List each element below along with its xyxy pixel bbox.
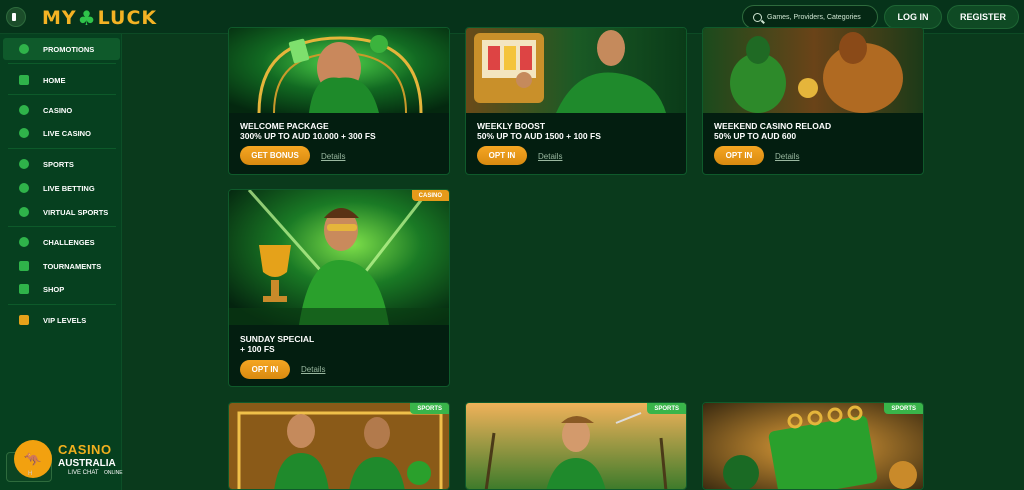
search-placeholder: Games, Providers, Categories [767, 13, 861, 21]
casino-australia-badge[interactable]: 🦘 CASINO AUSTRALIA LIVE CHAT ONLINE H [6, 438, 124, 484]
sidebar-item-vip-levels[interactable]: VIP LEVELS [3, 309, 120, 331]
sidebar-item-label: PROMOTIONS [43, 44, 95, 54]
sidebar-item-label: CHALLENGES [43, 237, 95, 247]
promo-image-sports-3 [703, 403, 923, 489]
details-link[interactable]: Details [775, 152, 799, 161]
promo-image-welcome [229, 28, 449, 113]
sidebar-item-label: HOME [43, 75, 66, 85]
details-link[interactable]: Details [301, 365, 325, 374]
promo-title: SUNDAY SPECIAL + 100 FS [240, 334, 315, 354]
logo[interactable]: MY ♣ LUCK [42, 6, 157, 30]
ball-icon [19, 159, 29, 169]
vip-icon [19, 315, 29, 325]
sidebar: PROMOTIONS HOME CASINO LIVE CASINO SPORT… [0, 34, 122, 490]
sidebar-divider [8, 226, 116, 227]
category-tag: SPORTS [647, 403, 686, 414]
sidebar-item-virtual-sports[interactable]: VIRTUAL SPORTS [3, 201, 120, 223]
opt-in-button[interactable]: OPT IN [240, 360, 290, 379]
sidebar-item-tournaments[interactable]: TOURNAMENTS [3, 255, 120, 277]
promo-image-weekly-boost [466, 28, 686, 113]
sidebar-item-home[interactable]: HOME [3, 69, 120, 91]
category-tag: CASINO [411, 190, 449, 201]
sidebar-divider [8, 94, 116, 95]
live-casino-icon [19, 128, 29, 138]
sidebar-item-label: SPORTS [43, 159, 74, 169]
promo-image-sports-2 [466, 403, 686, 489]
promo-card-sports-1[interactable]: SPORTS [228, 402, 450, 490]
flame-icon [19, 44, 29, 54]
sidebar-item-label: VIRTUAL SPORTS [43, 207, 109, 217]
sidebar-item-live-betting[interactable]: LIVE BETTING [3, 177, 120, 199]
sidebar-item-label: VIP LEVELS [43, 315, 87, 325]
kangaroo-icon: 🦘 [14, 440, 52, 478]
badge-australia-text: AUSTRALIA [58, 458, 116, 469]
login-button[interactable]: LOG IN [884, 5, 942, 29]
opt-in-button[interactable]: OPT IN [477, 146, 527, 165]
logo-text-right: LUCK [97, 7, 158, 29]
get-bonus-button[interactable]: GET BONUS [240, 146, 310, 165]
sidebar-item-shop[interactable]: SHOP [3, 278, 120, 300]
clover-icon [19, 105, 29, 115]
promo-title: WEEKLY BOOST 50% UP TO AUD 1500 + 100 FS [477, 121, 601, 141]
sidebar-item-casino[interactable]: CASINO [3, 99, 120, 121]
home-icon [19, 75, 29, 85]
virtual-sports-icon [19, 207, 29, 217]
promo-title: WEEKEND CASINO RELOAD 50% UP TO AUD 600 [714, 121, 832, 141]
search-icon [753, 12, 762, 22]
challenge-icon [19, 237, 29, 247]
register-button[interactable]: REGISTER [947, 5, 1019, 29]
promo-title: WELCOME PACKAGE 300% UP TO AUD 10.000 + … [240, 121, 376, 141]
clover-icon: ♣ [77, 6, 97, 30]
badge-casino-text: CASINO [58, 442, 112, 457]
sidebar-divider [8, 63, 116, 64]
logo-text-left: MY [42, 7, 77, 29]
details-link[interactable]: Details [538, 152, 562, 161]
details-link[interactable]: Details [321, 152, 345, 161]
opt-in-button[interactable]: OPT IN [714, 146, 764, 165]
sidebar-item-live-casino[interactable]: LIVE CASINO [3, 122, 120, 144]
sidebar-item-label: SHOP [43, 284, 65, 294]
promo-card-sports-2[interactable]: SPORTS [465, 402, 687, 490]
sidebar-item-label: LIVE BETTING [43, 183, 95, 193]
promo-image-sunday-special [229, 190, 449, 325]
sidebar-item-label: LIVE CASINO [43, 128, 91, 138]
sidebar-item-challenges[interactable]: CHALLENGES [3, 231, 120, 253]
promo-image-sports-1 [229, 403, 449, 489]
menu-toggle-icon[interactable] [6, 7, 26, 27]
promo-card-sports-3[interactable]: SPORTS [702, 402, 924, 490]
podium-icon [19, 261, 29, 271]
sidebar-item-sports[interactable]: SPORTS [3, 153, 120, 175]
sidebar-item-label: CASINO [43, 105, 73, 115]
promo-card-weekly-boost[interactable]: WEEKLY BOOST 50% UP TO AUD 1500 + 100 FS… [465, 27, 687, 175]
live-chat-label: LIVE CHAT [68, 470, 99, 476]
category-tag: SPORTS [884, 403, 923, 414]
sidebar-divider [8, 304, 116, 305]
promo-card-sunday-special[interactable]: CASINO SUNDAY SPECIAL + 100 FS OPT IN De… [228, 189, 450, 387]
badge-partial-text: H [28, 471, 33, 477]
search-input[interactable]: Games, Providers, Categories [742, 5, 878, 29]
badge-online-text: ONLINE [104, 470, 123, 476]
sidebar-item-label: TOURNAMENTS [43, 261, 102, 271]
promo-card-welcome[interactable]: WELCOME PACKAGE 300% UP TO AUD 10.000 + … [228, 27, 450, 175]
promo-image-weekend-reload [703, 28, 923, 113]
signal-icon [19, 183, 29, 193]
sidebar-divider [8, 148, 116, 149]
shop-icon [19, 284, 29, 294]
sidebar-item-promotions[interactable]: PROMOTIONS [3, 38, 120, 60]
promo-card-weekend-reload[interactable]: WEEKEND CASINO RELOAD 50% UP TO AUD 600 … [702, 27, 924, 175]
category-tag: SPORTS [410, 403, 449, 414]
